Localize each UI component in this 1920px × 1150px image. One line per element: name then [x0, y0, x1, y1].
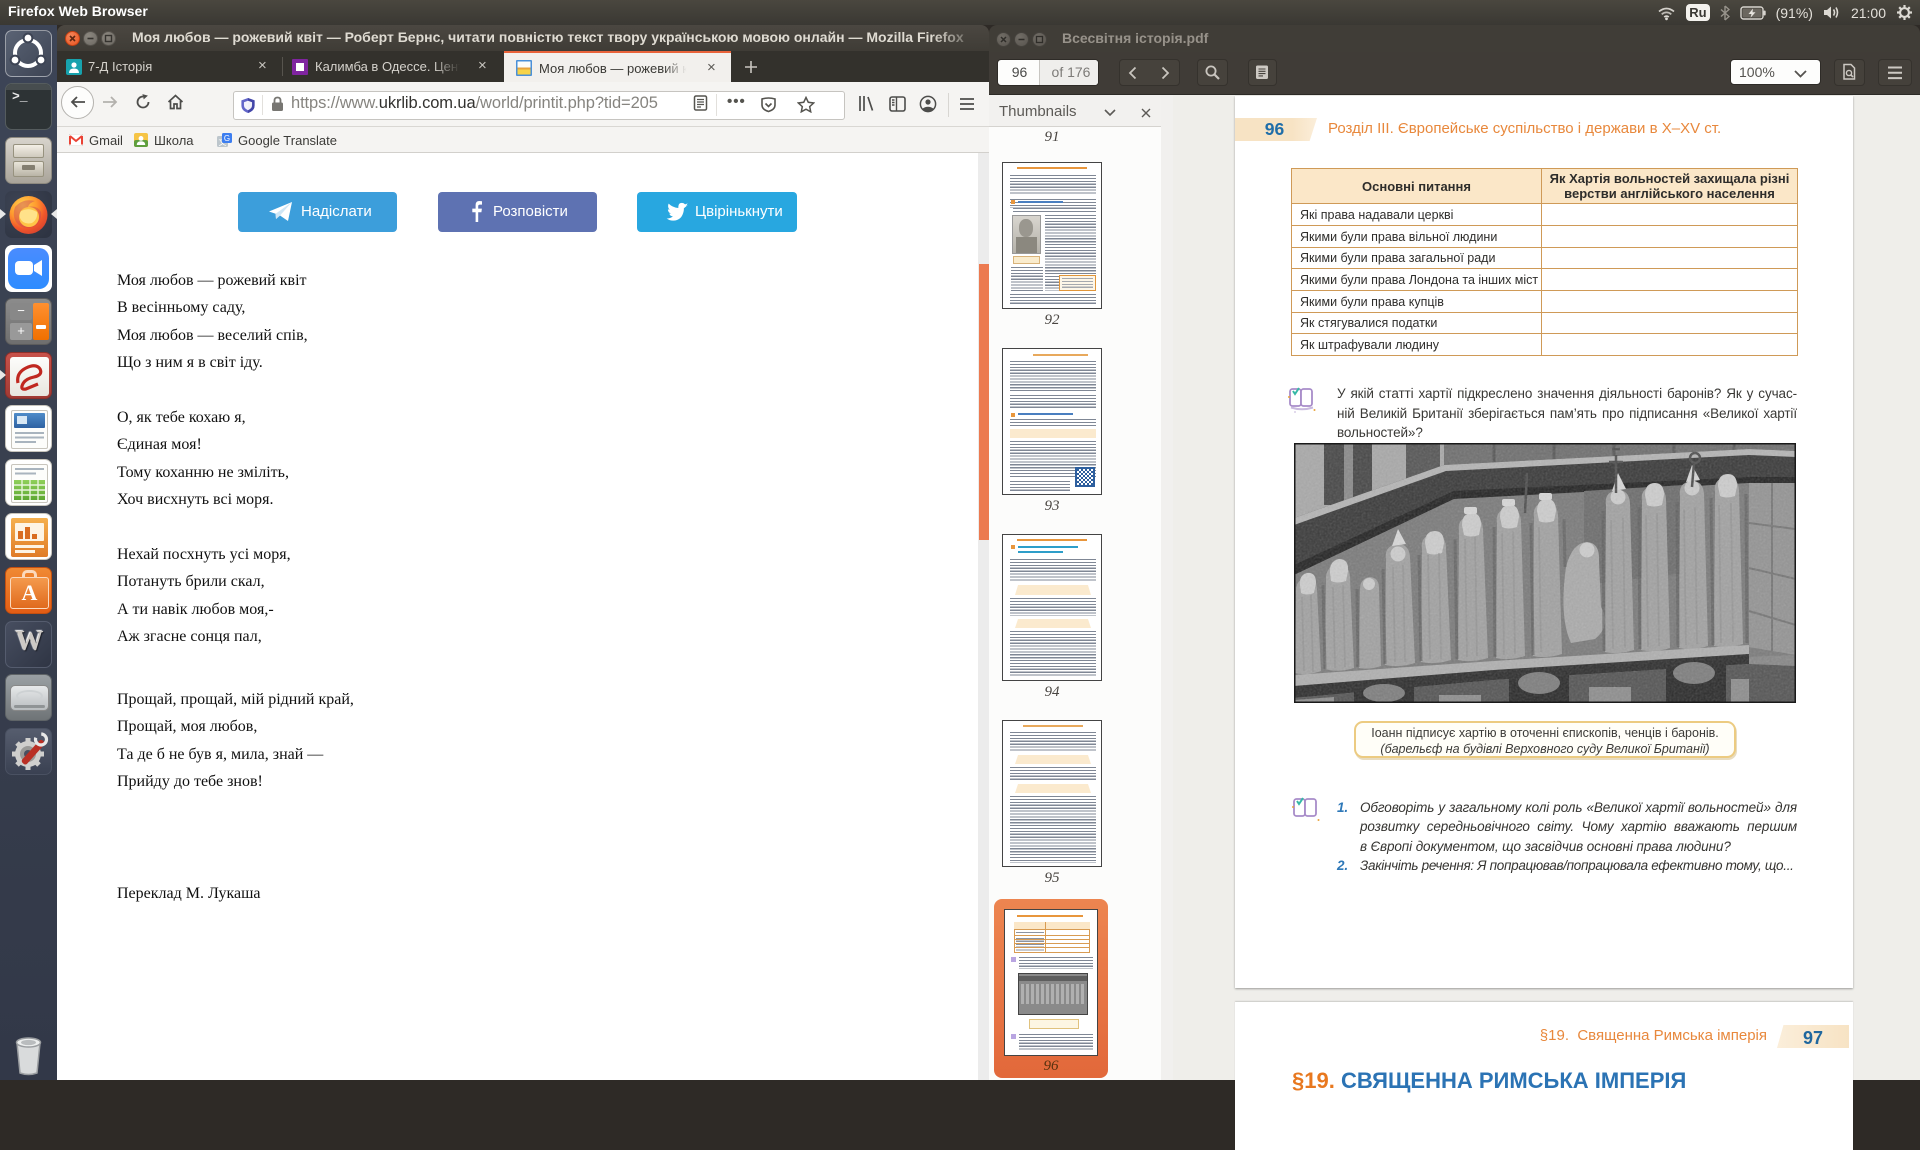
svg-text:G: G	[224, 133, 230, 142]
